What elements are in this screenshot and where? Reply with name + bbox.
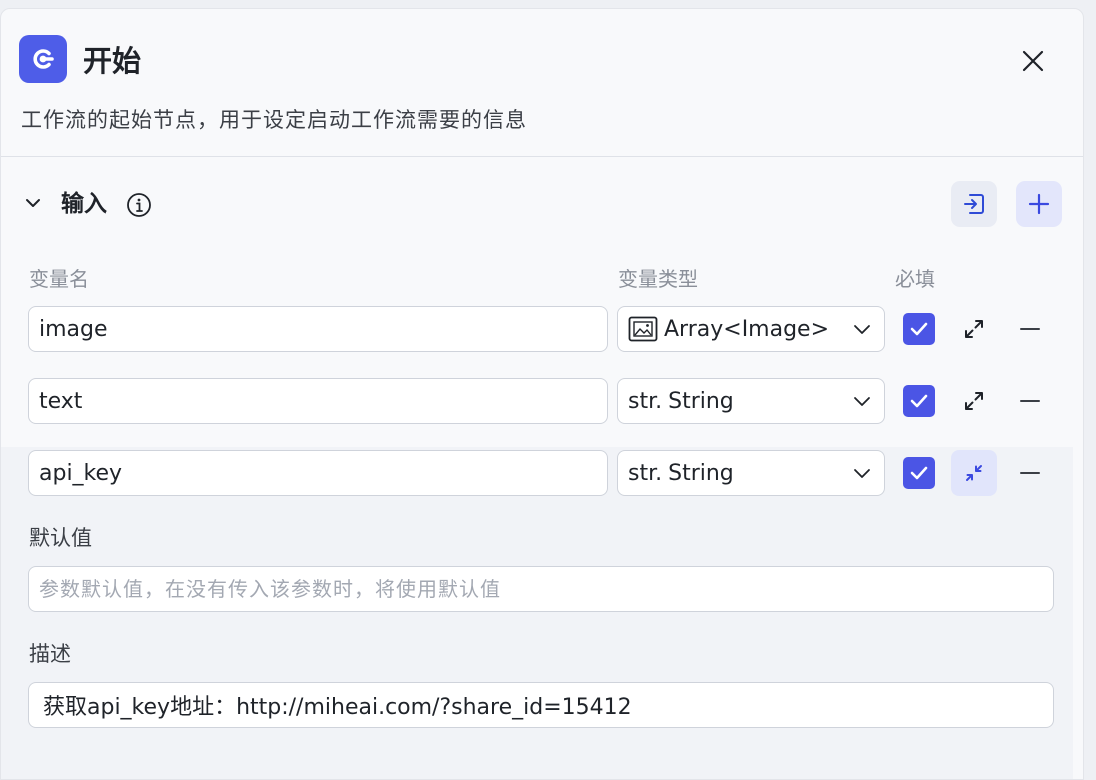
remove-variable-button[interactable] [1013, 384, 1047, 418]
variable-type-select[interactable]: str. String [617, 450, 885, 496]
node-config-panel: 开始 工作流的起始节点，用于设定启动工作流需要的信息 输入 变量名 变量类型 必… [0, 8, 1084, 780]
check-icon [910, 322, 928, 336]
expand-row-button[interactable] [951, 378, 997, 424]
close-button[interactable] [1013, 41, 1053, 81]
remove-variable-button[interactable] [1013, 456, 1047, 490]
remove-variable-button[interactable] [1013, 312, 1047, 346]
variable-type-prefix: str. [628, 460, 663, 486]
add-variable-button[interactable] [1016, 181, 1062, 227]
required-checkbox[interactable] [903, 457, 935, 489]
minus-icon [1020, 328, 1040, 330]
collapse-row-button[interactable] [951, 450, 997, 496]
variable-name-input[interactable] [28, 450, 608, 496]
chevron-down-icon [850, 389, 874, 413]
image-icon [628, 316, 658, 342]
chevron-down-icon [850, 461, 874, 485]
description-input[interactable] [28, 682, 1054, 728]
collapse-icon [966, 465, 982, 481]
variable-type-select[interactable]: Array<Image> [617, 306, 885, 352]
import-variables-button[interactable] [951, 181, 997, 227]
input-section-collapse-toggle[interactable] [21, 191, 45, 215]
expand-icon [965, 392, 983, 410]
column-label-required: 必填 [895, 267, 935, 291]
close-icon [1022, 50, 1044, 72]
column-label-name: 变量名 [29, 267, 89, 291]
node-title: 开始 [83, 44, 142, 78]
variable-type-value: Array<Image> [664, 316, 830, 342]
plus-icon [1028, 193, 1050, 215]
expanded-row-background [1, 447, 1073, 779]
variable-name-input[interactable] [28, 378, 608, 424]
input-section-title: 输入 [61, 191, 107, 217]
variable-type-prefix: str. [628, 388, 663, 414]
expand-icon [965, 320, 983, 338]
expand-row-button[interactable] [951, 306, 997, 352]
column-label-type: 变量类型 [618, 267, 698, 291]
required-checkbox[interactable] [903, 313, 935, 345]
variable-name-input[interactable] [28, 306, 608, 352]
default-value-label: 默认值 [29, 526, 92, 550]
start-node-icon [19, 35, 67, 83]
variable-type-value: String [668, 460, 734, 486]
info-icon[interactable] [125, 191, 153, 219]
variable-type-value: String [668, 388, 734, 414]
chevron-down-icon [26, 199, 40, 207]
chevron-down-icon [850, 317, 874, 341]
check-icon [910, 394, 928, 408]
import-icon [964, 194, 984, 214]
variable-type-select[interactable]: str. String [617, 378, 885, 424]
default-value-input[interactable] [28, 566, 1054, 612]
description-label: 描述 [29, 642, 71, 666]
required-checkbox[interactable] [903, 385, 935, 417]
panel-header: 开始 工作流的起始节点，用于设定启动工作流需要的信息 [1, 9, 1083, 157]
minus-icon [1020, 400, 1040, 402]
check-icon [910, 466, 928, 480]
node-description: 工作流的起始节点，用于设定启动工作流需要的信息 [21, 108, 527, 132]
minus-icon [1020, 472, 1040, 474]
